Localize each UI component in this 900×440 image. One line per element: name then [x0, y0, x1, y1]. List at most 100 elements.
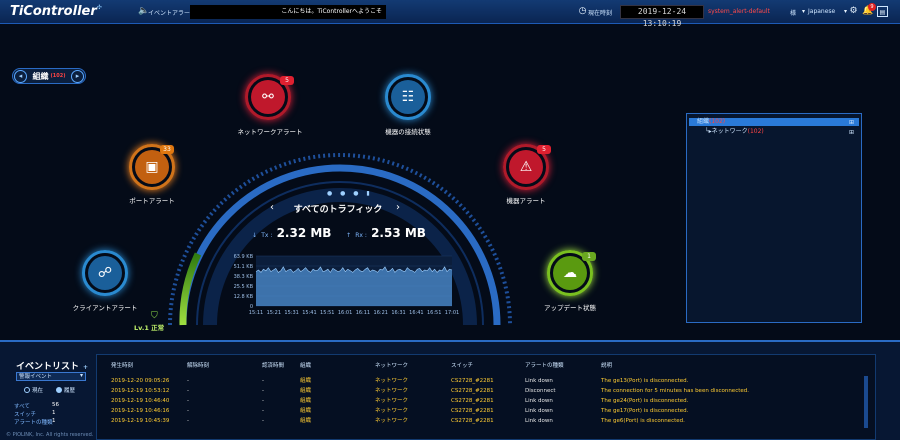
col-switch[interactable]: スイッチ — [451, 361, 473, 369]
table-cell: ネットワーク — [375, 398, 409, 404]
tree-child-expand-icon[interactable]: ⊞ — [849, 129, 854, 136]
table-cell: 2019-12-19 10:46:40 — [111, 398, 170, 404]
x-tick-label: 16:01 — [338, 310, 352, 316]
share-icon: ⚯ — [251, 80, 285, 114]
table-cell: 2019-12-19 10:46:16 — [111, 408, 170, 414]
stat-alert-type: アラートの種類 1 — [14, 418, 56, 426]
table-row[interactable]: 2019-12-19 10:46:40 - - 組織 ネットワーク CS2728_#228… — [97, 397, 857, 406]
x-tick-label: 16:21 — [374, 310, 388, 316]
stat-alert-type-value: 1 — [52, 418, 56, 424]
event-list-panel: イベントリスト + 警報イベント ▾ 現在 履歴 すべて 56 スイッチ 1 アラート… — [0, 340, 900, 440]
table-row[interactable]: 2019-12-20 09:05:26 - - 組織 ネットワーク CS2728_#228… — [97, 377, 857, 386]
table-cell: CS2728_#2281 — [451, 388, 494, 394]
x-tick-label: 16:51 — [427, 310, 441, 316]
table-cell: 組織 — [300, 398, 312, 404]
stat-switch-value: 1 — [52, 410, 56, 416]
device-alert-label: 機器アラート — [506, 197, 546, 205]
table-cell: - — [187, 378, 189, 384]
client-alert-label: クライアントアラート — [72, 304, 138, 312]
radio-history-circle — [56, 387, 62, 393]
table-row[interactable]: 2019-12-19 10:46:16 - - 組織 ネットワーク CS2728_#228… — [97, 407, 857, 416]
table-cell: - — [187, 398, 189, 404]
x-tick-label: 17:01 — [445, 310, 459, 316]
tree-child[interactable]: └▸ネットワーク(102) — [705, 128, 764, 136]
table-cell: ネットワーク — [375, 388, 409, 394]
stat-all: すべて 56 — [14, 402, 59, 410]
x-tick-label: 15:31 — [284, 310, 298, 316]
col-acked[interactable]: 認済時間 — [262, 361, 284, 369]
network-alert-badge: 5 — [280, 76, 294, 85]
table-cell: - — [262, 408, 264, 414]
table-cell: Disconnect — [525, 388, 556, 394]
stat-all-value: 56 — [52, 402, 59, 408]
table-row[interactable]: 2019-12-19 10:45:39 - - 組織 ネットワーク CS2728_#228… — [97, 417, 857, 426]
table-cell: 2019-12-20 09:05:26 — [111, 378, 170, 384]
col-org[interactable]: 組織 — [300, 361, 311, 369]
traffic-title: すべてのトラフィック — [293, 205, 383, 215]
event-table: 発生時刻 解除時刻 認済時間 組織 ネットワーク スイッチ アラートの種類 説明… — [96, 354, 876, 440]
table-cell: 組織 — [300, 378, 312, 384]
traffic-area — [256, 266, 452, 306]
table-cell: 2019-12-19 10:53:12 — [111, 388, 170, 394]
port-alert-badge: 33 — [160, 145, 174, 154]
table-cell: 組織 — [300, 418, 312, 424]
x-tick-label: 16:11 — [356, 310, 370, 316]
rx-value: 2.53 MB — [371, 226, 426, 240]
table-cell: ネットワーク — [375, 418, 409, 424]
table-row[interactable]: 2019-12-19 10:53:12 - - 組織 ネットワーク CS2728_#228… — [97, 387, 857, 396]
table-scrollbar[interactable] — [864, 376, 868, 428]
x-tick-label: 15:41 — [302, 310, 316, 316]
radio-history[interactable]: 履歴 — [56, 386, 75, 394]
tree-root-label: 組織 — [697, 118, 710, 125]
table-cell: ネットワーク — [375, 378, 409, 384]
event-filter-select[interactable]: 警報イベント — [16, 372, 86, 381]
table-cell: 2019-12-19 10:45:39 — [111, 418, 170, 424]
y-tick-label: 51.1 KB — [234, 264, 254, 270]
tree-expand-icon[interactable]: ⊞ — [849, 119, 854, 126]
table-cell: - — [187, 388, 189, 394]
tree-root[interactable]: 組織(102) — [689, 118, 859, 126]
carousel-dots[interactable]: ● ● ● ▮ — [327, 190, 373, 197]
traffic-chart: 63.9 KB51.1 KB38.3 KB25.5 KB12.8 KB015:1… — [234, 254, 460, 316]
stat-alert-type-label: アラートの種類 — [14, 420, 53, 426]
x-tick-label: 16:41 — [409, 310, 423, 316]
update-status-label: アップデート状態 — [544, 304, 596, 312]
table-cell: Link down — [525, 378, 553, 384]
expand-icon[interactable]: + — [83, 364, 88, 371]
org-tree-panel: 組織(102) └▸ネットワーク(102) ⊞ ⊞ — [686, 113, 862, 323]
table-cell: - — [262, 418, 264, 424]
rx-readout: ↑ Rx : 2.53 MB — [346, 226, 426, 240]
table-cell: The ge17(Port) is disconnected. — [601, 408, 689, 414]
next-traffic-icon[interactable]: › — [396, 202, 400, 213]
table-cell: ネットワーク — [375, 408, 409, 414]
table-cell: Link down — [525, 408, 553, 414]
col-cleared[interactable]: 解除時刻 — [187, 361, 209, 369]
stat-switch: スイッチ 1 — [14, 410, 56, 418]
y-tick-label: 63.9 KB — [234, 254, 254, 260]
filter-chevron-icon[interactable]: ▾ — [80, 372, 83, 379]
event-list-title-text: イベントリスト — [16, 362, 80, 372]
y-tick-label: 12.8 KB — [234, 294, 254, 300]
table-cell: Link down — [525, 418, 553, 424]
table-cell: 組織 — [300, 408, 312, 414]
footer: © PIOLINK, Inc. All rights reserved. — [6, 432, 94, 438]
rx-arrow-icon: ↑ — [346, 232, 352, 239]
table-cell: CS2728_#2281 — [451, 418, 494, 424]
col-network[interactable]: ネットワーク — [375, 361, 408, 369]
tx-readout: ↓ Tx : 2.32 MB — [252, 226, 331, 240]
col-alert-type[interactable]: アラートの種類 — [525, 361, 564, 369]
radio-history-label: 履歴 — [64, 388, 76, 394]
siren-icon: ⚠ — [509, 150, 543, 184]
rx-label: Rx : — [355, 232, 367, 239]
col-occurred[interactable]: 発生時刻 — [111, 361, 133, 369]
port-alert-label: ポートアラート — [129, 197, 175, 205]
radio-current[interactable]: 現在 — [24, 386, 43, 394]
connection-status-node[interactable]: ☷ — [385, 74, 431, 120]
tree-root-count: (102) — [709, 118, 726, 125]
network-alert-label: ネットワークアラート — [237, 128, 303, 136]
table-cell: - — [262, 388, 264, 394]
table-cell: Link down — [525, 398, 553, 404]
col-description[interactable]: 説明 — [601, 361, 612, 369]
tree-child-count: (102) — [747, 128, 764, 135]
client-alert-node[interactable]: ☍ — [82, 250, 128, 296]
